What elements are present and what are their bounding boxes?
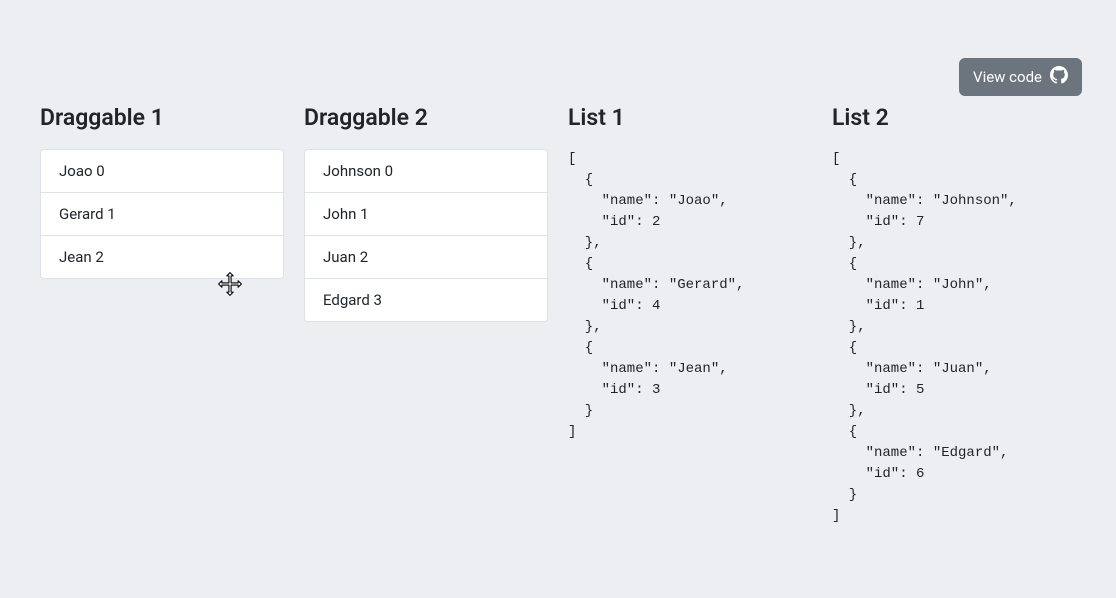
github-icon [1050, 66, 1068, 88]
list-item[interactable]: Jean 2 [41, 236, 283, 278]
list2-column: List 2 [ { "name": "Johnson", "id": 7 },… [832, 104, 1076, 527]
list-item[interactable]: Juan 2 [305, 236, 547, 279]
list1-title: List 1 [568, 104, 812, 131]
list-item[interactable]: Johnson 0 [305, 150, 547, 193]
draggable1-column: Draggable 1 Joao 0 Gerard 1 Jean 2 [40, 104, 284, 527]
list2-title: List 2 [832, 104, 1076, 131]
list-item[interactable]: Joao 0 [41, 150, 283, 193]
draggable2-list: Johnson 0 John 1 Juan 2 Edgard 3 [304, 149, 548, 322]
draggable1-list: Joao 0 Gerard 1 Jean 2 [40, 149, 284, 279]
list-item[interactable]: Gerard 1 [41, 193, 283, 236]
draggable1-title: Draggable 1 [40, 104, 284, 131]
list2-json-output: [ { "name": "Johnson", "id": 7 }, { "nam… [832, 149, 1076, 527]
list1-column: List 1 [ { "name": "Joao", "id": 2 }, { … [568, 104, 812, 527]
draggable2-title: Draggable 2 [304, 104, 548, 131]
list-item[interactable]: John 1 [305, 193, 547, 236]
columns-row: Draggable 1 Joao 0 Gerard 1 Jean 2 Dragg… [10, 10, 1106, 547]
page-container: View code Draggable 1 Joao 0 Gerard 1 Je… [10, 10, 1106, 588]
view-code-label: View code [973, 68, 1042, 86]
draggable2-column: Draggable 2 Johnson 0 John 1 Juan 2 Edga… [304, 104, 548, 527]
view-code-button[interactable]: View code [959, 58, 1082, 96]
list-item[interactable]: Edgard 3 [305, 279, 547, 321]
list1-json-output: [ { "name": "Joao", "id": 2 }, { "name":… [568, 149, 812, 443]
